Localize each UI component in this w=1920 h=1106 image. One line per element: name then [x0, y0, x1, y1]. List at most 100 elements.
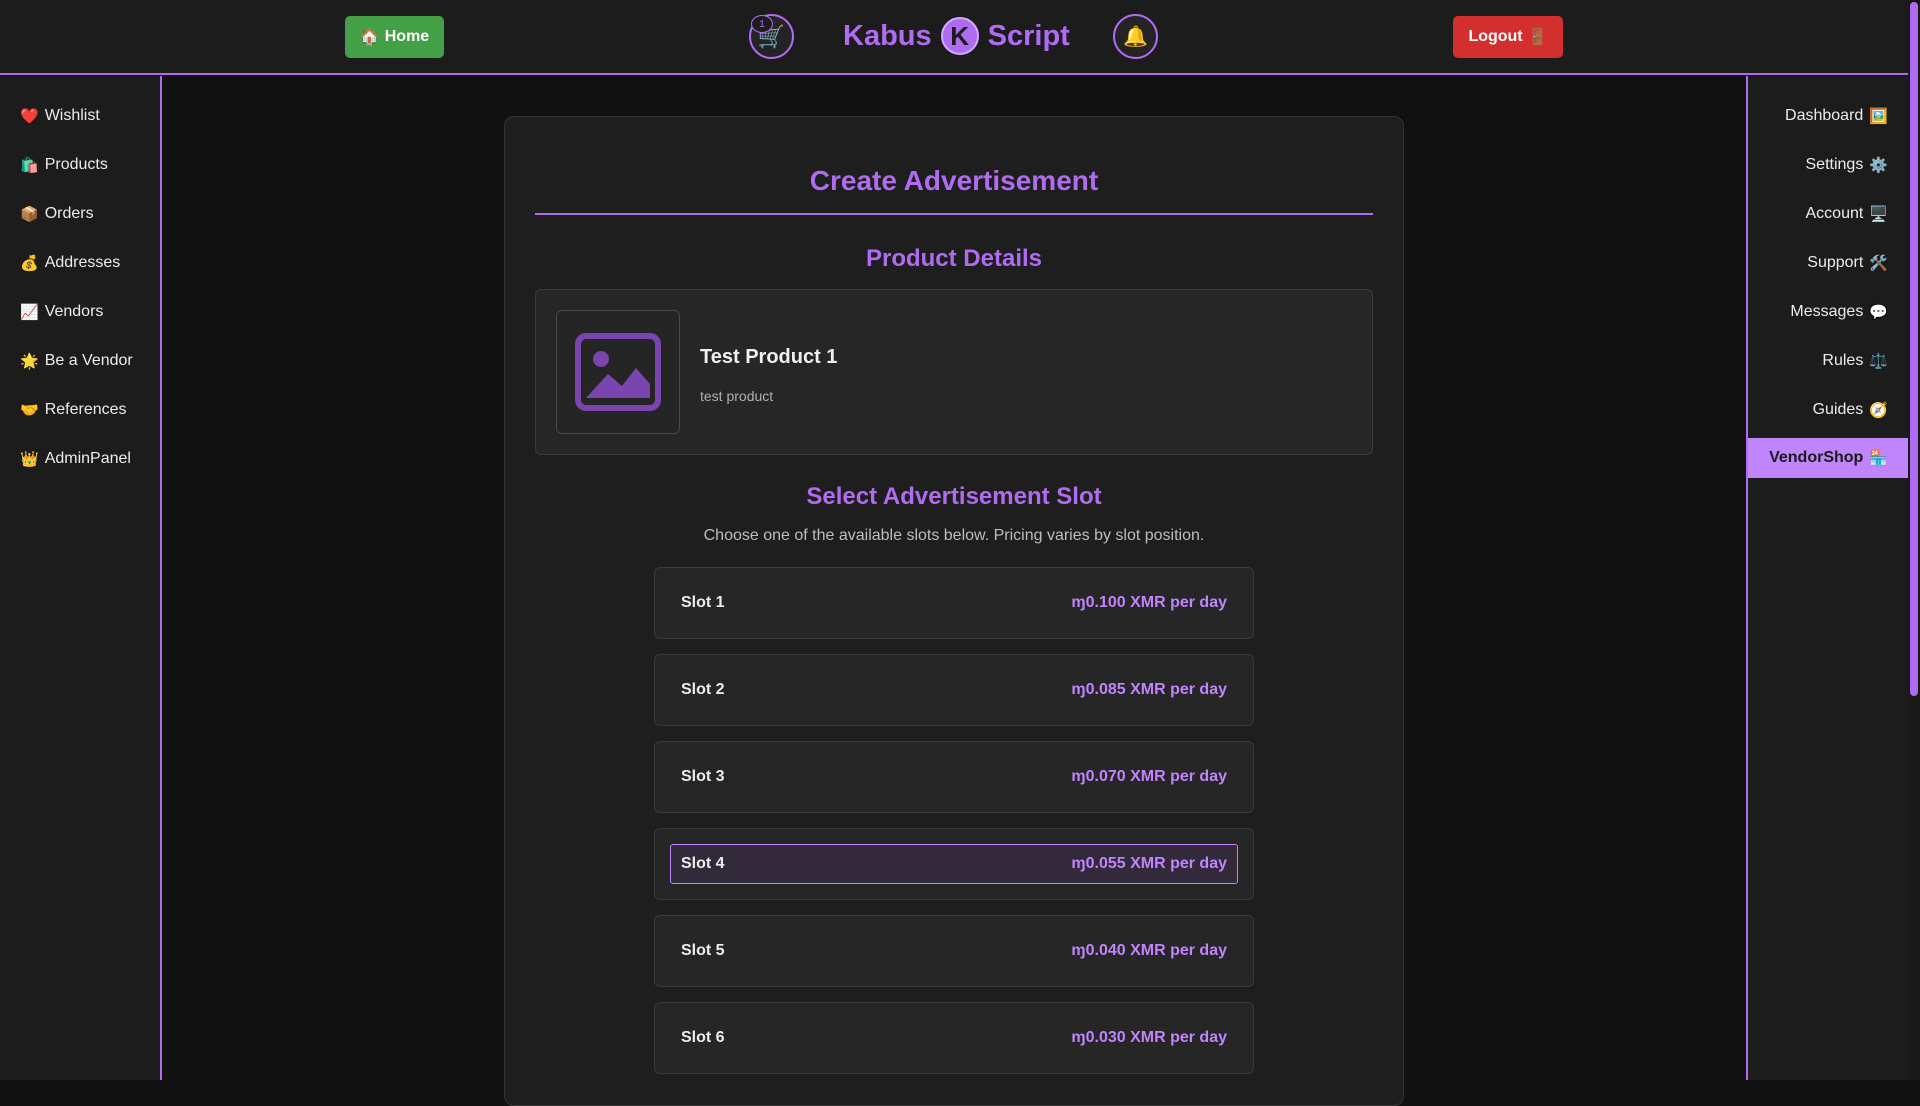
image-placeholder-icon — [575, 333, 661, 411]
adminpanel-icon: 👑 — [20, 450, 39, 468]
sidebar-item-dashboard[interactable]: Dashboard 🖼️ — [1748, 91, 1908, 140]
brand-name-left: Kabus — [843, 19, 932, 52]
right-sidebar: Dashboard 🖼️ Settings ⚙️ Account 🖥️ Support 🛠️ M… — [1746, 76, 1908, 1080]
slot-name: Slot 6 — [681, 1029, 725, 1046]
home-button[interactable]: 🏠 Home — [345, 16, 444, 58]
slot-price: ɱ0.085 XMR per day — [1071, 681, 1227, 698]
slot-hint-text: Choose one of the available slots below.… — [703, 527, 1205, 544]
slot-price: ɱ0.030 XMR per day — [1071, 1029, 1227, 1046]
slot-name: Slot 2 — [681, 681, 725, 698]
sidebar-item-label: Vendors — [44, 302, 104, 320]
sidebar-item-vendors[interactable]: 📈 Vendors — [0, 287, 160, 336]
brand-logo-letter: K — [950, 20, 970, 51]
cart-button[interactable]: 🛒 1 — [749, 14, 794, 59]
create-advertisement-card: Create Advertisement Product Details Tes… — [504, 116, 1404, 1106]
products-icon: 🛍️ — [20, 156, 39, 174]
scrollbar-thumb[interactable] — [1910, 2, 1918, 696]
bell-icon: 🔔 — [1123, 26, 1148, 48]
sidebar-item-vendorshop[interactable]: VendorShop 🏪 — [1748, 438, 1908, 478]
slot-option-row: Slot 1 ɱ0.100 XMR per day — [655, 568, 1253, 638]
sidebar-item-rules[interactable]: Rules ⚖️ — [1748, 336, 1908, 385]
slot-option-row: Slot 4 ɱ0.055 XMR per day — [670, 844, 1238, 884]
slot-option[interactable]: Slot 3 ɱ0.070 XMR per day — [654, 741, 1254, 813]
product-image — [556, 310, 680, 434]
slot-name: Slot 5 — [681, 942, 725, 959]
sidebar-item-label: Support — [1807, 253, 1864, 271]
slot-option-row: Slot 3 ɱ0.070 XMR per day — [655, 742, 1253, 812]
sidebar-item-be-a-vendor[interactable]: 🌟 Be a Vendor — [0, 336, 160, 385]
notifications-button[interactable]: 🔔 — [1113, 14, 1158, 59]
sidebar-item-label: References — [44, 400, 127, 418]
slot-option-row: Slot 5 ɱ0.040 XMR per day — [655, 916, 1253, 986]
logout-button[interactable]: Logout 🚪 — [1453, 16, 1563, 58]
brand-name-right: Script — [987, 19, 1070, 52]
brand-logo-icon: K — [940, 17, 979, 55]
slot-price: ɱ0.100 XMR per day — [1071, 594, 1227, 611]
sidebar-item-orders[interactable]: 📦 Orders — [0, 189, 160, 238]
sidebar-item-label: Orders — [44, 204, 94, 222]
sidebar-item-label: AdminPanel — [44, 449, 131, 467]
sidebar-item-messages[interactable]: Messages 💬 — [1748, 287, 1908, 336]
right-sidebar-menu: Dashboard 🖼️ Settings ⚙️ Account 🖥️ Support 🛠️ M… — [1748, 76, 1908, 478]
sidebar-item-label: Be a Vendor — [44, 351, 133, 369]
slot-option[interactable]: Slot 2 ɱ0.085 XMR per day — [654, 654, 1254, 726]
sidebar-item-label: Wishlist — [44, 106, 100, 124]
slot-option[interactable]: Slot 1 ɱ0.100 XMR per day — [654, 567, 1254, 639]
slot-price: ɱ0.055 XMR per day — [1071, 855, 1227, 872]
sidebar-item-adminpanel[interactable]: 👑 AdminPanel — [0, 434, 160, 483]
top-bar: 🏠 Home 🛒 1 Kabus K Script 🔔 Logout 🚪 — [0, 0, 1908, 75]
cart-count-badge: 1 — [751, 15, 773, 33]
slot-price: ɱ0.040 XMR per day — [1071, 942, 1227, 959]
slot-name: Slot 3 — [681, 768, 725, 785]
left-sidebar: ❤️ Wishlist 🛍️ Products 📦 Orders 💰 Addresses 📈 Ve… — [0, 76, 162, 1080]
sidebar-item-references[interactable]: 🤝 References — [0, 385, 160, 434]
slot-option-row: Slot 2 ɱ0.085 XMR per day — [655, 655, 1253, 725]
sidebar-item-label: Addresses — [44, 253, 121, 271]
sidebar-item-wishlist[interactable]: ❤️ Wishlist — [0, 91, 160, 140]
sidebar-item-settings[interactable]: Settings ⚙️ — [1748, 140, 1908, 189]
be-a-vendor-icon: 🌟 — [20, 352, 39, 370]
sidebar-item-guides[interactable]: Guides 🧭 — [1748, 385, 1908, 434]
product-name: Test Product 1 — [700, 346, 838, 368]
title-divider — [535, 213, 1373, 215]
messages-icon: 💬 — [1869, 303, 1888, 321]
sidebar-item-addresses[interactable]: 💰 Addresses — [0, 238, 160, 287]
sidebar-item-label: Products — [44, 155, 108, 173]
page-title: Create Advertisement — [809, 165, 1099, 196]
sidebar-item-label: Settings — [1805, 155, 1864, 173]
guides-icon: 🧭 — [1869, 401, 1888, 419]
sidebar-item-account[interactable]: Account 🖥️ — [1748, 189, 1908, 238]
home-icon: 🏠 — [359, 29, 380, 46]
sidebar-item-label: Dashboard — [1785, 106, 1864, 124]
support-icon: 🛠️ — [1869, 254, 1888, 272]
slot-option[interactable]: Slot 6 ɱ0.030 XMR per day — [654, 1002, 1254, 1074]
door-icon: 🚪 — [1527, 29, 1548, 46]
product-description: test product — [700, 388, 774, 404]
orders-icon: 📦 — [20, 205, 39, 223]
account-icon: 🖥️ — [1869, 205, 1888, 223]
slot-option[interactable]: Slot 4 ɱ0.055 XMR per day — [654, 828, 1254, 900]
sidebar-item-label: Rules — [1822, 351, 1864, 369]
home-button-label: Home — [384, 28, 430, 45]
vendors-icon: 📈 — [20, 303, 39, 321]
rules-icon: ⚖️ — [1869, 352, 1888, 370]
page-scrollbar[interactable] — [1908, 0, 1920, 1080]
sidebar-item-label: Messages — [1790, 302, 1864, 320]
logout-button-label: Logout — [1468, 28, 1523, 45]
brand-title: Kabus K Script — [843, 14, 1070, 58]
slot-name: Slot 4 — [681, 855, 725, 872]
sidebar-item-support[interactable]: Support 🛠️ — [1748, 238, 1908, 287]
slot-option[interactable]: Slot 5 ɱ0.040 XMR per day — [654, 915, 1254, 987]
sidebar-item-products[interactable]: 🛍️ Products — [0, 140, 160, 189]
sidebar-item-label: Account — [1805, 204, 1864, 222]
sidebar-item-label: VendorShop — [1769, 449, 1864, 466]
slot-name: Slot 1 — [681, 594, 725, 611]
references-icon: 🤝 — [20, 401, 39, 419]
slot-price: ɱ0.070 XMR per day — [1071, 768, 1227, 785]
vendorshop-icon: 🏪 — [1869, 450, 1888, 467]
product-details-heading: Product Details — [865, 245, 1043, 272]
addresses-icon: 💰 — [20, 254, 39, 272]
settings-icon: ⚙️ — [1869, 156, 1888, 174]
dashboard-icon: 🖼️ — [1869, 107, 1888, 125]
sidebar-item-label: Guides — [1812, 400, 1864, 418]
